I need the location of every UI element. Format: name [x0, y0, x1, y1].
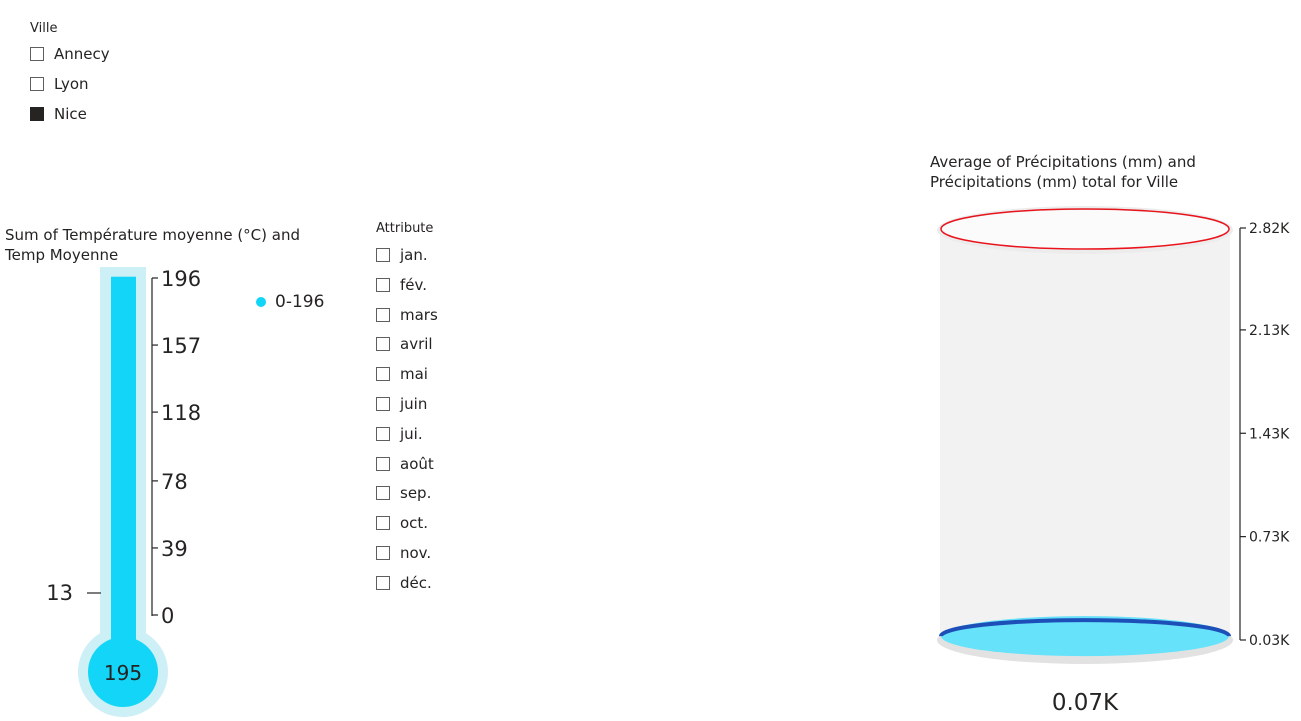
- cylinder-tick-label: 2.13K: [1249, 323, 1290, 339]
- thermometer-tick-label: 157: [161, 334, 201, 358]
- cylinder-value-label: 0.07K: [1052, 690, 1119, 716]
- slicer-item-label: sep.: [400, 484, 432, 503]
- checkbox[interactable]: [376, 367, 390, 382]
- legend-dot: [256, 297, 266, 307]
- slicer-item-label: Annecy: [54, 45, 110, 63]
- slicer-item-attribute[interactable]: sep.: [376, 484, 431, 502]
- slicer-item-label: déc.: [400, 573, 432, 592]
- slicer-item-label: mars: [400, 305, 438, 324]
- cylinder-tick-label: 2.82K: [1249, 221, 1290, 237]
- slicer-item-label: jan.: [400, 246, 428, 264]
- thermometer-tick-label: 39: [161, 537, 188, 561]
- slicer-item-annecy[interactable]: Annecy: [30, 45, 110, 63]
- target-marker-label: 13: [46, 581, 73, 605]
- checkbox[interactable]: [376, 277, 390, 292]
- slicer-item-attribute[interactable]: mai: [376, 365, 428, 383]
- checkbox-checked[interactable]: [30, 107, 44, 121]
- thermometer-tick-label: 78: [161, 470, 188, 494]
- slicer-item-attribute[interactable]: déc.: [376, 574, 432, 592]
- checkbox[interactable]: [376, 456, 390, 471]
- slicer-item-label: nov.: [400, 544, 432, 562]
- attribute-slicer-title: Attribute: [376, 221, 434, 236]
- thermometer-tick-label: 118: [161, 401, 201, 425]
- slicer-item-label: août: [400, 454, 434, 473]
- slicer-item-label: Lyon: [54, 75, 89, 93]
- slicer-item-attribute[interactable]: jan.: [376, 246, 428, 264]
- cylinder-title: Average of Précipitations (mm) and Préci…: [930, 152, 1196, 192]
- legend-label: 0-196: [275, 292, 325, 312]
- slicer-item-attribute[interactable]: août: [376, 455, 434, 473]
- checkbox[interactable]: [376, 516, 390, 531]
- checkbox[interactable]: [30, 77, 44, 91]
- thermometer-title: Sum of Température moyenne (°C) and Temp…: [5, 225, 300, 265]
- cylinder-title-line: Average of Précipitations (mm) and: [930, 153, 1196, 171]
- slicer-item-label: mai: [400, 365, 428, 384]
- checkbox[interactable]: [376, 575, 390, 590]
- slicer-item-label: fév.: [400, 275, 427, 294]
- cylinder-tick-label: 1.43K: [1249, 426, 1290, 442]
- thermometer-legend: 0-196: [256, 292, 324, 312]
- checkbox[interactable]: [376, 337, 390, 352]
- slicer-item-attribute[interactable]: juin: [376, 395, 427, 413]
- slicer-item-label: avril: [400, 335, 433, 354]
- checkbox[interactable]: [376, 248, 390, 262]
- slicer-item-lyon[interactable]: Lyon: [30, 75, 89, 93]
- slicer-item-label: Nice: [54, 105, 87, 123]
- thermometer-value-label: 195: [104, 661, 142, 685]
- slicer-item-attribute[interactable]: oct.: [376, 514, 428, 532]
- cylinder-tick-label: 0.03K: [1249, 633, 1290, 649]
- checkbox[interactable]: [376, 426, 390, 441]
- cylinder-tick-label: 0.73K: [1249, 530, 1290, 546]
- thermometer-tick-label: 0: [161, 604, 174, 628]
- slicer-item-attribute[interactable]: fév.: [376, 276, 427, 294]
- slicer-item-label: jui.: [400, 424, 423, 443]
- slicer-item-attribute[interactable]: avril: [376, 335, 433, 353]
- checkbox[interactable]: [376, 486, 390, 501]
- slicer-item-attribute[interactable]: nov.: [376, 544, 431, 562]
- cylinder-chart: 0.03K 0.73K 1.43K 2.13K 2.82K 0.07K: [937, 206, 1290, 716]
- slicer-item-attribute[interactable]: mars: [376, 306, 438, 324]
- slicer-item-label: juin: [400, 395, 428, 413]
- cylinder-title-line: Précipitations (mm) total for Ville: [930, 173, 1179, 191]
- checkbox[interactable]: [30, 47, 44, 61]
- slicer-item-label: oct.: [400, 514, 429, 533]
- checkbox[interactable]: [376, 397, 390, 411]
- cylinder-body: [940, 230, 1230, 640]
- thermometer-chart: 0 39 78 118 157 196 13 195: [46, 267, 201, 717]
- checkbox[interactable]: [376, 546, 390, 560]
- checkbox[interactable]: [376, 307, 390, 322]
- thermometer-fill: [111, 276, 136, 660]
- thermometer-tick-label: 196: [161, 267, 201, 291]
- ville-slicer-title: Ville: [30, 21, 58, 36]
- slicer-item-nice[interactable]: Nice: [30, 105, 87, 123]
- slicer-item-attribute[interactable]: jui.: [376, 425, 423, 443]
- thermometer-title-line: Sum of Température moyenne (°C) and: [5, 226, 300, 244]
